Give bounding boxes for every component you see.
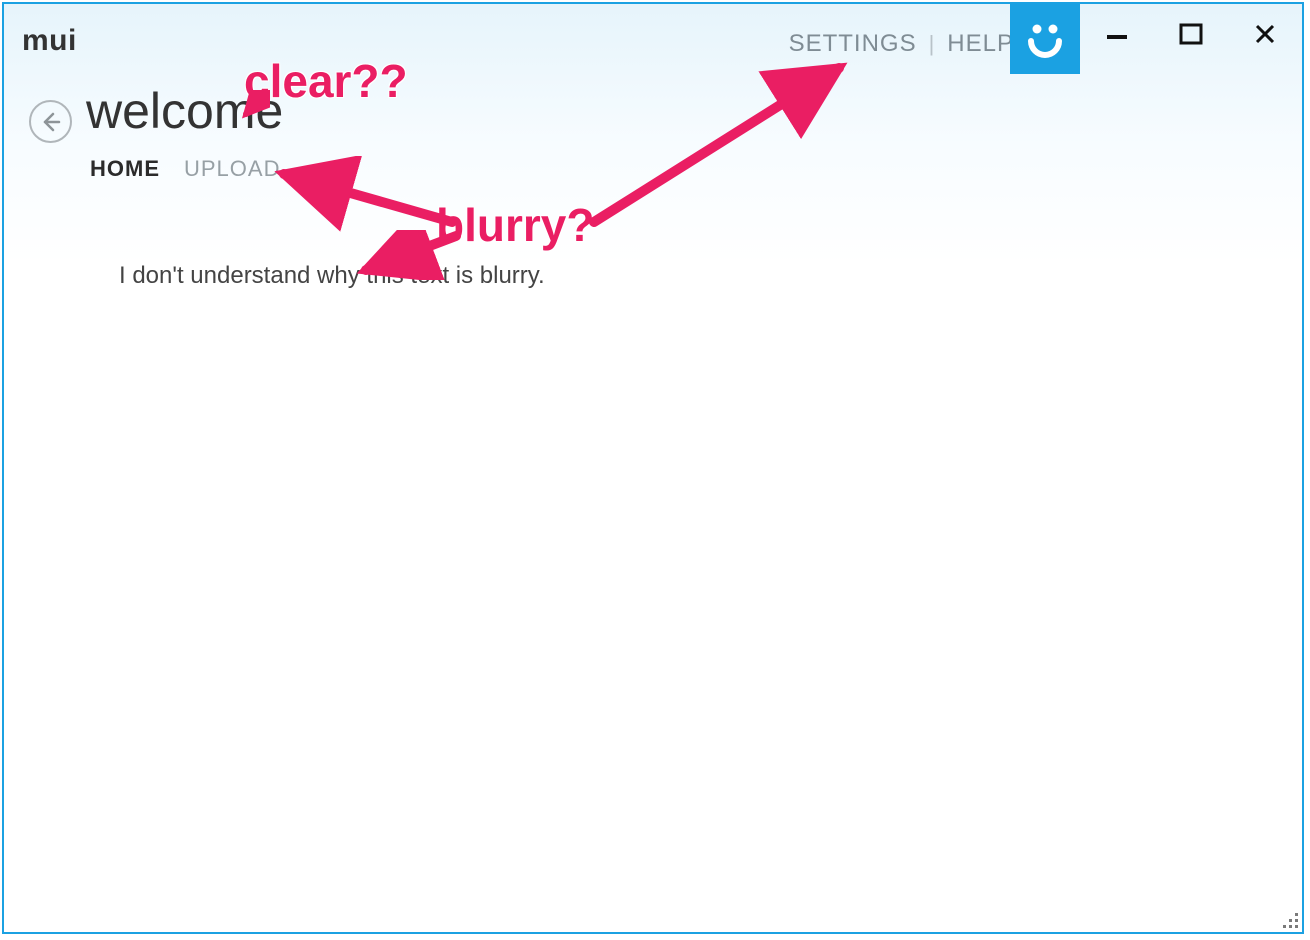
header-links: SETTINGS | HELP bbox=[789, 30, 1014, 58]
app-logo-text: mui bbox=[22, 24, 77, 58]
app-window: mui SETTINGS | HELP bbox=[2, 2, 1304, 934]
annotation-arrow-to-settings bbox=[584, 54, 864, 234]
window-controls bbox=[1080, 4, 1302, 64]
close-button[interactable] bbox=[1228, 4, 1302, 64]
help-link[interactable]: HELP bbox=[947, 30, 1014, 58]
minimize-button[interactable] bbox=[1080, 4, 1154, 64]
tab-strip: HOME UPLOAD bbox=[90, 156, 280, 182]
tab-home[interactable]: HOME bbox=[90, 156, 160, 182]
settings-link[interactable]: SETTINGS bbox=[789, 30, 917, 58]
maximize-button[interactable] bbox=[1154, 4, 1228, 64]
page-title: welcome bbox=[86, 82, 283, 140]
body-text: I don't understand why this text is blur… bbox=[119, 262, 545, 290]
arrow-left-icon bbox=[40, 111, 62, 133]
link-separator: | bbox=[929, 31, 936, 57]
annotation-arrow-to-upload bbox=[274, 156, 464, 236]
tab-upload[interactable]: UPLOAD bbox=[184, 156, 280, 182]
resize-grip[interactable] bbox=[1278, 908, 1298, 928]
smiley-icon[interactable] bbox=[1010, 4, 1080, 74]
annotation-blurry-label: blurry? bbox=[436, 198, 594, 252]
back-button[interactable] bbox=[29, 100, 72, 143]
